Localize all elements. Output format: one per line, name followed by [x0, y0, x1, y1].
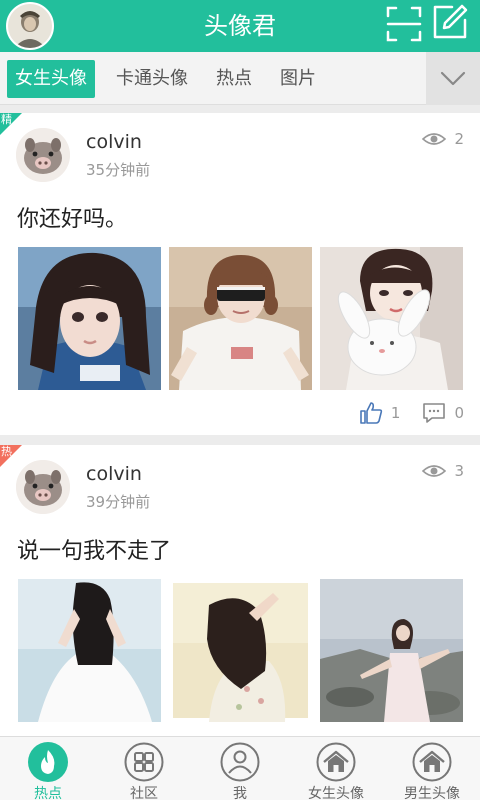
view-count-value: 2 — [454, 130, 464, 148]
post-photo[interactable] — [320, 247, 463, 390]
featured-badge-label: 精 — [1, 113, 12, 126]
like-count: 1 — [390, 404, 401, 422]
thumbs-up-icon[interactable] — [359, 401, 383, 425]
photo-girl-blue-jacket — [18, 247, 161, 390]
bottom-navigation: 热点 社区 我 女生头像 男生头像 — [0, 736, 480, 800]
nav-community[interactable]: 社区 — [96, 737, 192, 800]
view-count: 2 — [422, 130, 464, 148]
post-photo[interactable] — [169, 579, 312, 722]
app-header: 头像君 — [0, 0, 480, 52]
photo-girl-white-dress-sea — [18, 579, 161, 722]
nav-female-avatar[interactable]: 女生头像 — [288, 737, 384, 800]
user-name[interactable]: colvin — [86, 463, 142, 485]
post-card[interactable]: 精 colvin 35分钟前 2 你还好吗。 1 0 — [0, 113, 480, 435]
tab-cartoon-avatar[interactable]: 卡通头像 — [108, 60, 196, 98]
nav-community-label: 社区 — [130, 786, 158, 800]
post-time: 39分钟前 — [86, 493, 151, 511]
chevron-down-icon — [440, 71, 466, 86]
post-photo[interactable] — [18, 579, 161, 722]
user-avatar[interactable] — [16, 128, 70, 182]
post-title[interactable]: 你还好吗。 — [17, 201, 127, 233]
post-photo[interactable] — [169, 247, 312, 390]
nav-me-label: 我 — [233, 786, 247, 800]
post-card[interactable]: 热 colvin 39分钟前 3 说一句我不走了 — [0, 445, 480, 736]
post-time: 35分钟前 — [86, 161, 151, 179]
scan-icon[interactable] — [386, 6, 422, 42]
house-icon — [412, 742, 452, 782]
photo-girl-floral-dress — [169, 579, 312, 722]
user-name[interactable]: colvin — [86, 131, 142, 153]
comment-count: 0 — [454, 404, 464, 422]
pig-avatar-icon — [16, 128, 70, 182]
tab-female-avatar[interactable]: 女生头像 — [7, 60, 95, 98]
post-photo[interactable] — [320, 579, 463, 722]
nav-female-avatar-label: 女生头像 — [308, 786, 364, 800]
grid-icon — [124, 742, 164, 782]
more-tabs-button[interactable] — [426, 52, 480, 105]
view-count-value: 3 — [454, 462, 464, 480]
post-photo[interactable] — [18, 247, 161, 390]
photo-girl-sunglasses — [169, 247, 312, 390]
tab-hot[interactable]: 热点 — [208, 60, 260, 98]
edit-icon[interactable] — [432, 4, 468, 40]
user-avatar[interactable] — [16, 460, 70, 514]
view-count: 3 — [422, 462, 464, 480]
tab-pictures[interactable]: 图片 — [272, 60, 324, 98]
photo-girl-rocky-shore — [320, 579, 463, 722]
category-tabs: 女生头像 卡通头像 热点 图片 — [0, 52, 480, 105]
nav-me[interactable]: 我 — [192, 737, 288, 800]
eye-icon — [422, 133, 447, 145]
nav-hot[interactable]: 热点 — [0, 737, 96, 800]
pig-avatar-icon — [16, 460, 70, 514]
comment-icon[interactable] — [422, 401, 446, 425]
photo-girl-bunny — [320, 247, 463, 390]
hot-badge-label: 热 — [1, 445, 12, 458]
post-actions: 1 0 — [359, 401, 464, 425]
person-icon — [220, 742, 260, 782]
post-title[interactable]: 说一句我不走了 — [17, 533, 171, 565]
nav-male-avatar[interactable]: 男生头像 — [384, 737, 480, 800]
nav-hot-label: 热点 — [34, 786, 62, 800]
house-icon — [316, 742, 356, 782]
nav-male-avatar-label: 男生头像 — [404, 786, 460, 800]
eye-icon — [422, 465, 447, 477]
flame-icon — [28, 742, 68, 782]
